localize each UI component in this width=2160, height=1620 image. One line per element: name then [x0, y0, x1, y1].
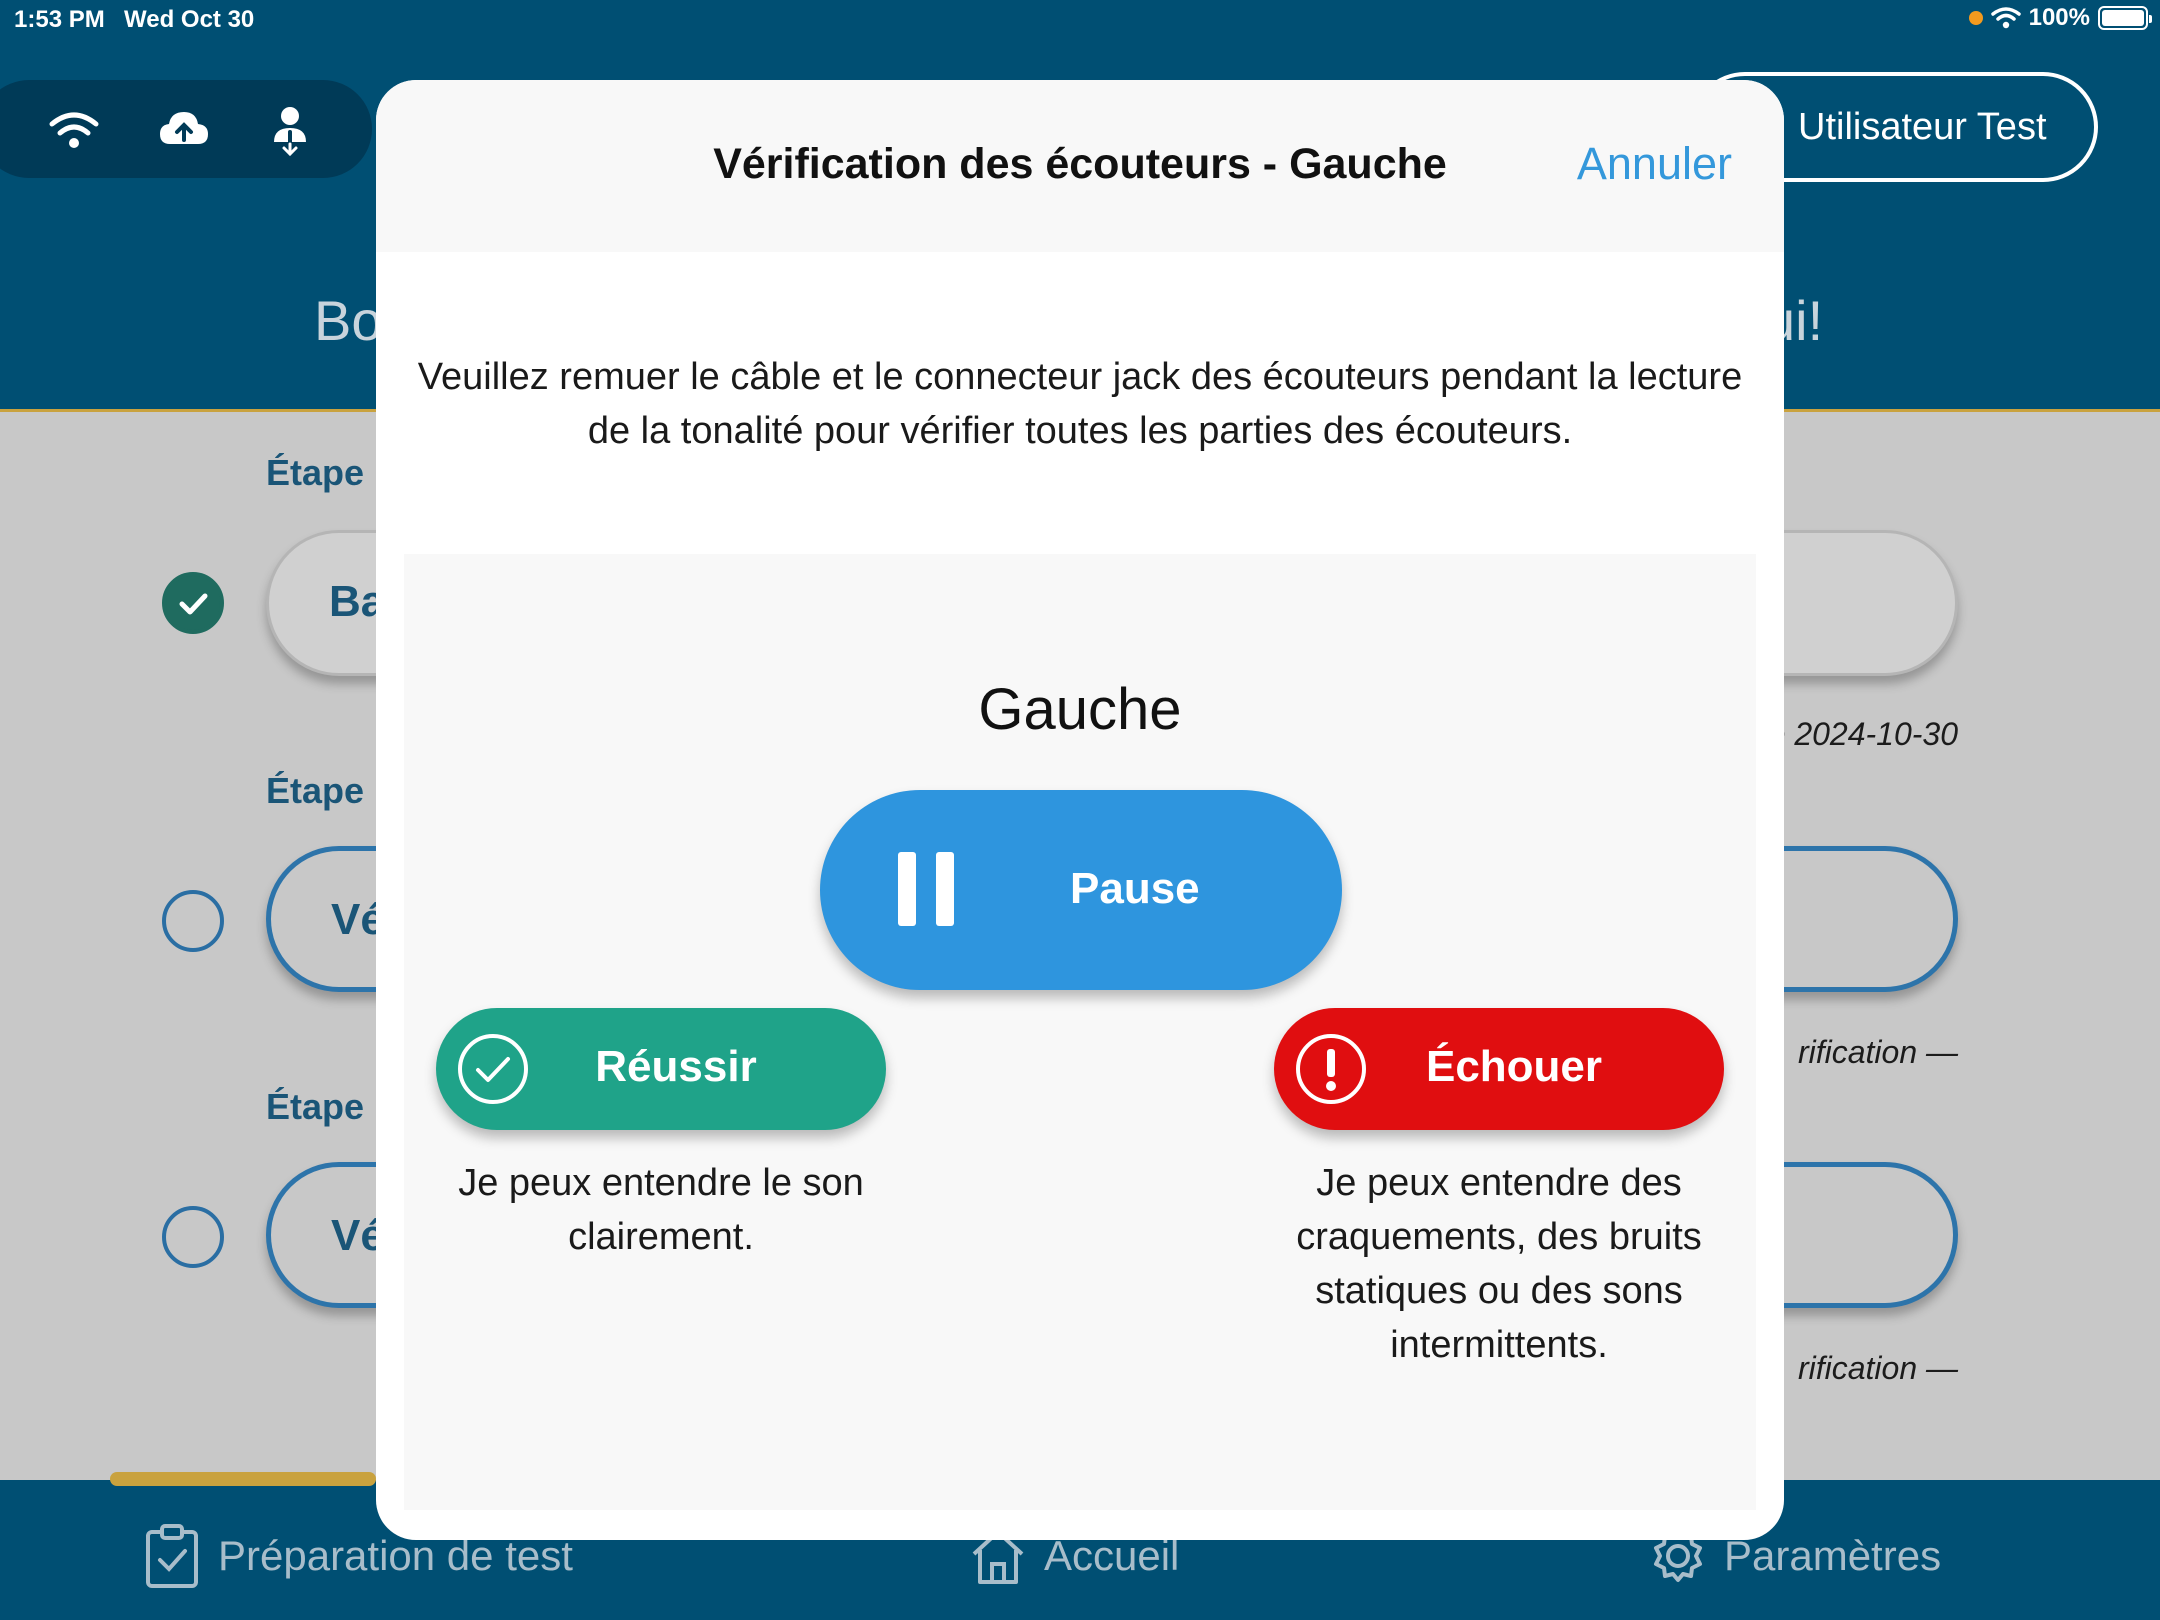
pass-description: Je peux entendre le son clairement.	[458, 1162, 864, 1258]
pause-icon	[898, 852, 954, 926]
greeting-text-left: Bo	[314, 289, 383, 352]
ear-side-title: Gauche	[978, 677, 1182, 742]
step-3-status-icon	[162, 1206, 224, 1268]
step-1-meta: e 2024-10-30	[1767, 716, 1958, 752]
status-time: 1:53 PM	[14, 6, 105, 33]
step-3-meta: rification —	[1797, 1350, 1958, 1386]
tab-settings-label: Paramètres	[1724, 1532, 1942, 1579]
status-indicators: 100%	[1968, 4, 2152, 32]
step-2-status-icon	[162, 890, 224, 952]
battery-percent: 100%	[2028, 4, 2090, 31]
pass-button[interactable]: Réussir	[436, 1008, 886, 1130]
step-1-check-icon	[162, 572, 224, 634]
connectivity-toolbar	[0, 80, 372, 178]
cloud-upload-icon[interactable]	[156, 102, 212, 158]
user-sync-icon[interactable]	[262, 102, 318, 158]
modal-header: Vérification des écouteurs - Gauche Annu…	[376, 80, 1784, 252]
modal-title: Vérification des écouteurs - Gauche	[713, 140, 1447, 188]
pause-label: Pause	[1070, 864, 1200, 913]
battery-icon	[2098, 6, 2152, 30]
instructions-text: Veuillez remuer le câble et le connecteu…	[417, 356, 1743, 452]
clipboard-check-icon	[146, 1524, 198, 1588]
fail-label: Échouer	[1425, 1042, 1603, 1091]
step-3-label: Étape	[266, 1086, 365, 1127]
wifi-icon[interactable]	[46, 102, 102, 158]
active-tab-indicator	[110, 1472, 376, 1486]
step-1-label: Étape	[266, 452, 365, 493]
recording-dot-icon	[1968, 11, 1983, 25]
step-2-label: Étape	[266, 770, 365, 811]
headphone-check-modal: Vérification des écouteurs - Gauche Annu…	[376, 80, 1784, 1540]
fail-button[interactable]: Échouer	[1274, 1008, 1724, 1130]
pass-label: Réussir	[595, 1042, 757, 1091]
step-2-meta: rification —	[1797, 1034, 1958, 1070]
cancel-button[interactable]: Annuler	[1577, 138, 1732, 190]
status-date: Wed Oct 30	[124, 6, 255, 33]
status-bar: 1:53 PM Wed Oct 30 100%	[0, 0, 2160, 40]
test-panel: Gauche Pause Réussir Je peux entendre le…	[404, 554, 1756, 1510]
fail-description: Je peux entendre des craquements, des br…	[1296, 1162, 1702, 1366]
pause-button[interactable]: Pause	[820, 790, 1342, 990]
wifi-status-icon	[1990, 7, 2021, 29]
